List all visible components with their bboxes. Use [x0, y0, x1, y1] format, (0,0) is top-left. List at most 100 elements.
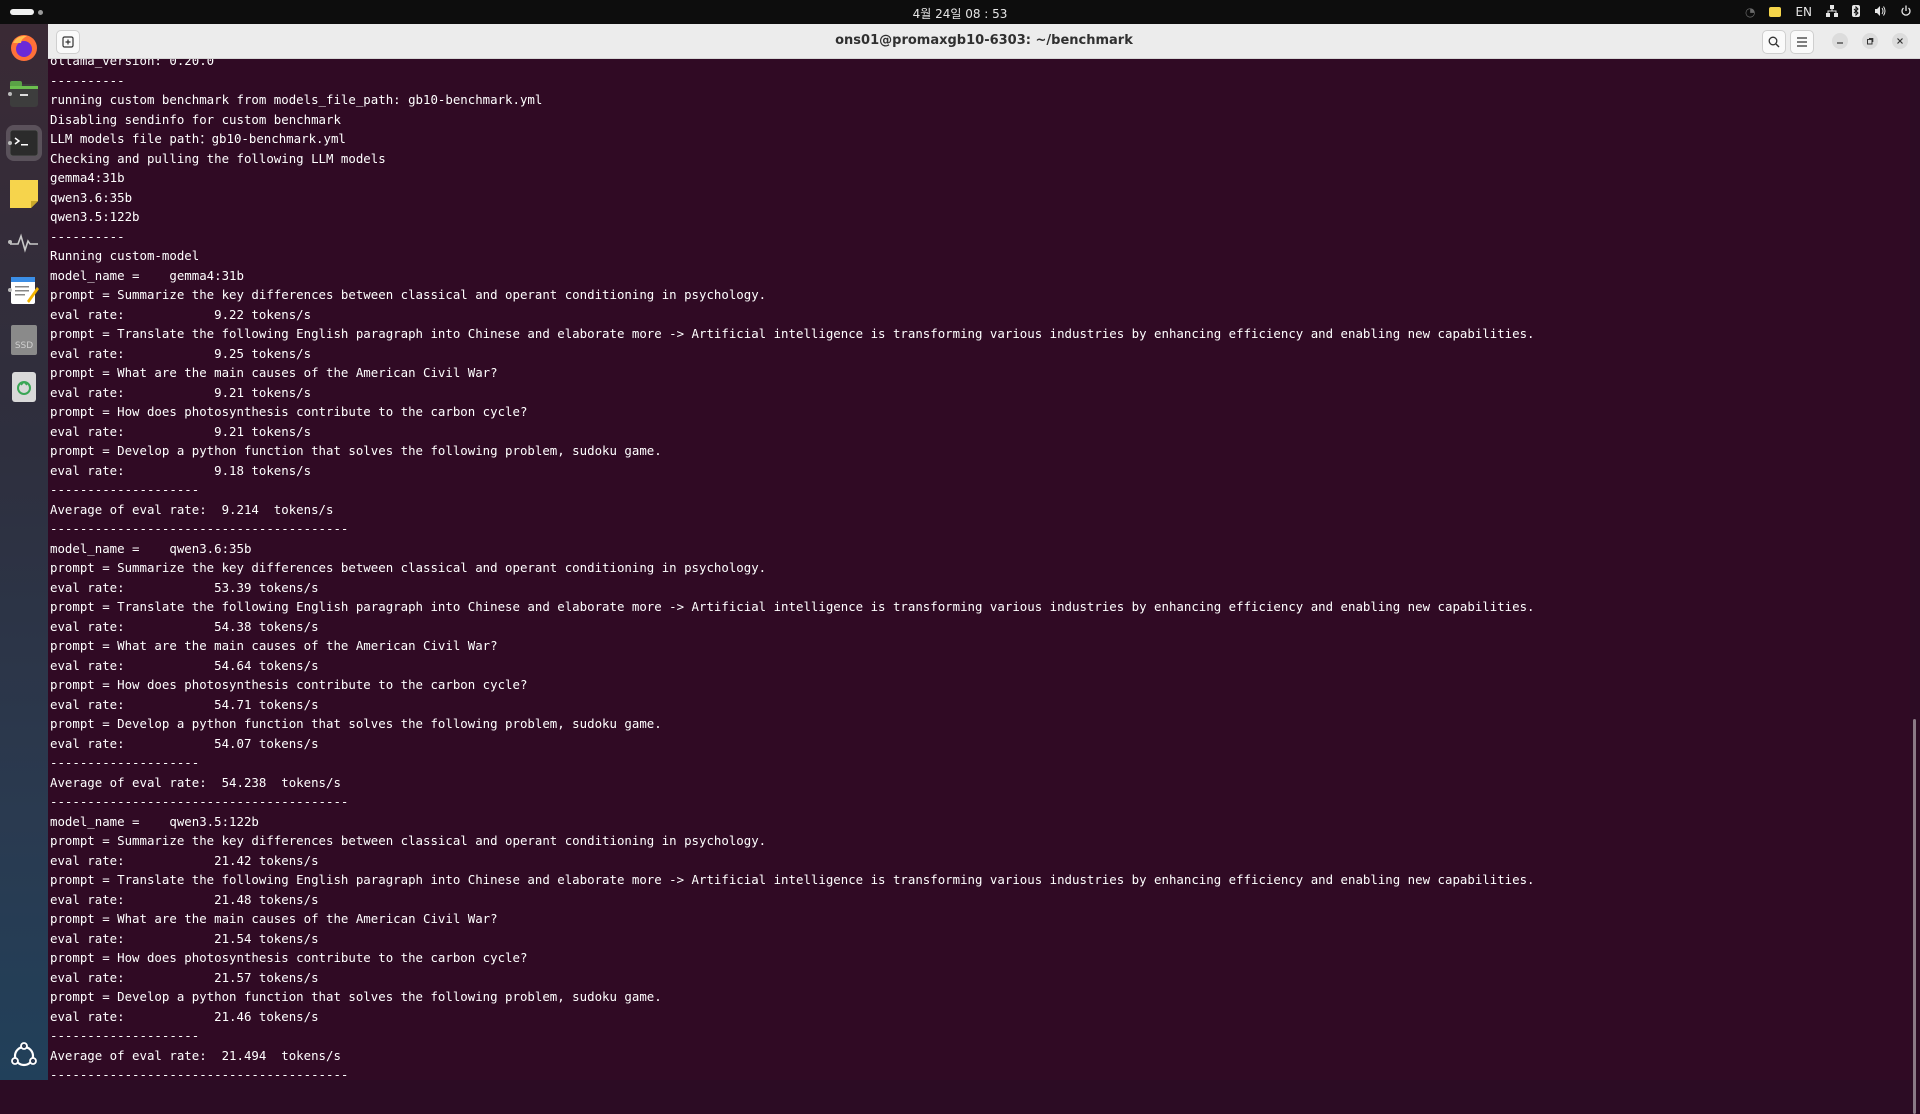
terminal-line: -------------------- — [50, 482, 200, 497]
terminal-line: LLM models file path：gb10-benchmark.yml — [50, 131, 346, 146]
terminal-line: eval rate: 21.42 tokens/s — [50, 852, 319, 868]
terminal-line: prompt = Develop a python function that … — [50, 443, 662, 458]
terminal-line: -------------------- — [50, 755, 200, 770]
terminal-line: eval rate: 53.39 tokens/s — [50, 579, 319, 595]
show-apps-icon — [11, 1042, 37, 1067]
minimize-icon — [1837, 42, 1843, 44]
terminal-line: ---------------------------------------- — [50, 521, 349, 536]
terminal-line: model_name = qwen3.6:35b — [50, 540, 252, 556]
terminal-line: Average of eval rate: 21.494 tokens/s — [50, 1047, 341, 1063]
terminal-line: gemma4:31b — [50, 170, 125, 185]
terminal-line: eval rate: 21.57 tokens/s — [50, 969, 319, 985]
terminal-line: prompt = How does photosynthesis contrib… — [50, 404, 528, 419]
terminal-line: ---------- — [50, 228, 125, 244]
terminal-text: ollama_version: 0.20.0 ---------- running … — [48, 59, 1910, 1080]
terminal-line: prompt = Translate the following English… — [50, 326, 1535, 341]
restore-icon — [1867, 38, 1874, 45]
terminal-line: model_name = gemma4:31b — [50, 267, 244, 283]
trash-launcher[interactable] — [6, 369, 42, 405]
running-indicator — [8, 141, 12, 145]
terminal-line: ---------- — [50, 72, 125, 88]
terminal-line: prompt = Summarize the key differences b… — [50, 287, 767, 302]
trash-icon — [12, 372, 36, 402]
terminal-line: qwen3.6:35b — [50, 189, 133, 205]
terminal-line: Average of eval rate: 54.238 tokens/s — [50, 774, 341, 790]
terminal-line: prompt = Develop a python function that … — [50, 989, 662, 1004]
text-editor-icon — [11, 277, 39, 304]
terminal-line: eval rate: 9.18 tokens/s — [50, 462, 312, 478]
terminal-line: eval rate: 54.71 tokens/s — [50, 696, 319, 712]
terminal-line: eval rate: 21.48 tokens/s — [50, 891, 319, 907]
terminal-line: ---------------------------------------- — [50, 1067, 349, 1080]
running-indicator — [8, 240, 12, 244]
terminal-line: eval rate: 54.07 tokens/s — [50, 735, 319, 751]
power-icon[interactable] — [1900, 5, 1912, 20]
running-indicator — [8, 288, 12, 292]
scrollbar[interactable] — [1910, 59, 1920, 1114]
terminal-line: eval rate: 9.21 tokens/s — [50, 423, 312, 439]
top-bar: 4월 24일 08 : 53 ◔ EN — [0, 0, 1920, 24]
terminal-line: eval rate: 9.22 tokens/s — [50, 306, 312, 322]
ssd-drive-launcher[interactable]: SSD — [6, 322, 42, 358]
files-icon — [10, 81, 38, 107]
hamburger-menu-icon — [1797, 37, 1807, 47]
search-button[interactable] — [1762, 30, 1786, 54]
search-icon — [1768, 36, 1780, 48]
terminal-line: prompt = What are the main causes of the… — [50, 365, 498, 380]
system-tray[interactable]: ◔ EN — [1745, 3, 1912, 21]
volume-icon[interactable] — [1874, 5, 1886, 20]
terminal-icon — [10, 130, 38, 156]
firefox-launcher[interactable] — [6, 30, 42, 66]
language-indicator[interactable]: EN — [1795, 5, 1812, 19]
clock[interactable]: 4월 24일 08 : 53 — [0, 5, 1920, 22]
terminal-line: prompt = Develop a python function that … — [50, 716, 662, 731]
terminal-line: eval rate: 54.64 tokens/s — [50, 657, 319, 673]
terminal-line: Running custom-model — [50, 248, 200, 263]
network-icon[interactable] — [1826, 4, 1838, 20]
night-light-icon[interactable]: ◔ — [1745, 5, 1755, 19]
terminal-line: prompt = Translate the following English… — [50, 599, 1535, 614]
terminal-line: running custom benchmark from models_fil… — [50, 92, 543, 107]
terminal-output[interactable]: ollama_version: 0.20.0 ---------- running … — [48, 59, 1910, 1080]
files-launcher[interactable] — [6, 76, 42, 112]
system-monitor-launcher[interactable] — [6, 224, 42, 260]
window-header[interactable]: ons01@promaxgb10-6303: ~/benchmark — [48, 24, 1920, 59]
close-button[interactable] — [1892, 33, 1908, 49]
svg-text:SSD: SSD — [15, 341, 33, 351]
minimize-button[interactable] — [1832, 33, 1848, 49]
sticky-notes-icon — [10, 180, 38, 208]
terminal-line: ---------------------------------------- — [50, 794, 349, 809]
terminal-line: prompt = Translate the following English… — [50, 872, 1535, 887]
terminal-line: model_name = qwen3.5:122b — [50, 813, 259, 829]
terminal-line: ollama_version: 0.20.0 — [50, 59, 215, 68]
terminal-line: eval rate: 54.38 tokens/s — [50, 618, 319, 634]
terminal-line: Checking and pulling the following LLM m… — [50, 150, 386, 166]
terminal-line: prompt = Summarize the key differences b… — [50, 560, 767, 575]
terminal-line: prompt = How does photosynthesis contrib… — [50, 950, 528, 965]
text-editor-launcher[interactable] — [6, 272, 42, 308]
terminal-line: prompt = What are the main causes of the… — [50, 911, 498, 926]
close-icon — [1897, 38, 1903, 44]
terminal-line: qwen3.5:122b — [50, 209, 140, 224]
terminal-line: prompt = What are the main causes of the… — [50, 638, 498, 653]
scrollbar-thumb[interactable] — [1913, 719, 1916, 1114]
terminal-line: eval rate: 9.25 tokens/s — [50, 345, 312, 361]
terminal-line: prompt = Summarize the key differences b… — [50, 833, 767, 848]
window-title: ons01@promaxgb10-6303: ~/benchmark — [835, 33, 1133, 48]
terminal-line: -------------------- — [50, 1028, 200, 1043]
ssd-drive-icon: SSD — [11, 325, 37, 355]
notes-tray-icon[interactable] — [1769, 7, 1782, 17]
terminal-line: Disabling sendinfo for custom benchmark — [50, 111, 341, 127]
firefox-icon — [11, 35, 37, 61]
terminal-line: prompt = How does photosynthesis contrib… — [50, 677, 528, 692]
sticky-notes-launcher[interactable] — [6, 176, 42, 212]
menu-button[interactable] — [1790, 30, 1814, 54]
terminal-launcher[interactable] — [6, 125, 42, 161]
bluetooth-icon[interactable] — [1852, 4, 1860, 20]
show-apps-button[interactable] — [6, 1038, 42, 1074]
maximize-button[interactable] — [1862, 33, 1878, 49]
system-monitor-icon — [10, 233, 38, 253]
terminal-line: eval rate: 21.46 tokens/s — [50, 1008, 319, 1024]
dock: SSD — [0, 24, 48, 1080]
running-indicator — [8, 92, 12, 96]
